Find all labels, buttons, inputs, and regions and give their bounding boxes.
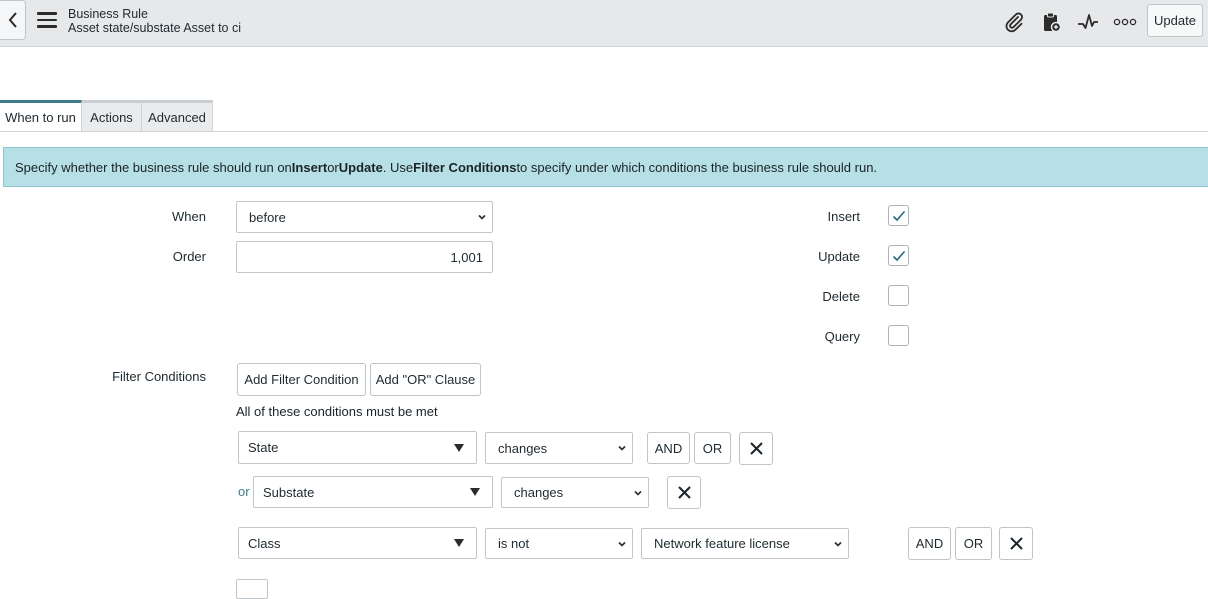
dropdown-triangle-icon (454, 539, 464, 547)
close-icon (1009, 537, 1023, 550)
or-button[interactable]: OR (955, 527, 992, 560)
order-label: Order (172, 249, 206, 264)
filter-conditions-label: Filter Conditions (112, 369, 206, 384)
condition-field-class[interactable]: Class (238, 527, 477, 559)
condition-field-substate[interactable]: Substate (253, 476, 493, 508)
chevron-left-icon (8, 12, 17, 28)
insert-label: Insert (827, 209, 860, 224)
tab-actions[interactable]: Actions (82, 100, 142, 131)
condition-operator-select[interactable]: changes (501, 477, 649, 508)
update-checkbox[interactable] (888, 245, 909, 266)
order-input[interactable]: 1,001 (236, 241, 493, 273)
and-button[interactable]: AND (908, 527, 951, 560)
condition-field-state[interactable]: State (238, 431, 477, 464)
or-button[interactable]: OR (694, 432, 731, 464)
more-icon[interactable] (1112, 9, 1138, 35)
when-select[interactable]: before (236, 201, 493, 233)
chevron-down-icon (634, 490, 642, 496)
or-connector: or (238, 484, 250, 499)
remove-condition-button[interactable] (999, 527, 1033, 560)
next-field-control[interactable] (236, 579, 268, 599)
close-icon (749, 442, 763, 455)
chevron-down-icon (478, 214, 486, 220)
paperclip-icon[interactable] (1001, 9, 1027, 35)
and-button[interactable]: AND (647, 432, 690, 464)
condition-value-select[interactable]: Network feature license (641, 528, 849, 559)
check-icon (892, 250, 905, 261)
tab-when-to-run[interactable]: When to run (0, 100, 82, 131)
add-or-clause-button[interactable]: Add "OR" Clause (370, 363, 481, 396)
remove-condition-button[interactable] (667, 476, 701, 509)
update-label: Update (818, 249, 860, 264)
record-name: Asset state/substate Asset to ci (68, 21, 242, 35)
condition-operator-select[interactable]: is not (485, 528, 633, 559)
condition-operator-select[interactable]: changes (485, 432, 633, 464)
delete-label: Delete (822, 289, 860, 304)
remove-condition-button[interactable] (739, 432, 773, 465)
clipboard-icon[interactable] (1038, 9, 1064, 35)
check-icon (892, 210, 905, 221)
form-title: Business Rule (68, 7, 148, 21)
when-label: When (172, 209, 206, 224)
update-button[interactable]: Update (1147, 4, 1203, 37)
tab-advanced[interactable]: Advanced (142, 100, 213, 131)
back-button[interactable] (0, 0, 26, 40)
insert-checkbox[interactable] (888, 205, 909, 226)
menu-icon[interactable] (37, 12, 57, 29)
chevron-down-icon (618, 541, 626, 547)
dropdown-triangle-icon (454, 443, 464, 452)
dropdown-triangle-icon (470, 488, 480, 496)
activity-icon[interactable] (1075, 9, 1101, 35)
chevron-down-icon (834, 541, 842, 547)
tabs-divider (0, 131, 1208, 132)
close-icon (677, 486, 691, 499)
add-filter-condition-button[interactable]: Add Filter Condition (237, 363, 366, 396)
info-banner: Specify whether the business rule should… (3, 147, 1208, 187)
conditions-hint: All of these conditions must be met (236, 404, 438, 419)
chevron-down-icon (618, 445, 626, 451)
query-checkbox[interactable] (888, 325, 909, 346)
delete-checkbox[interactable] (888, 285, 909, 306)
query-label: Query (824, 329, 860, 344)
